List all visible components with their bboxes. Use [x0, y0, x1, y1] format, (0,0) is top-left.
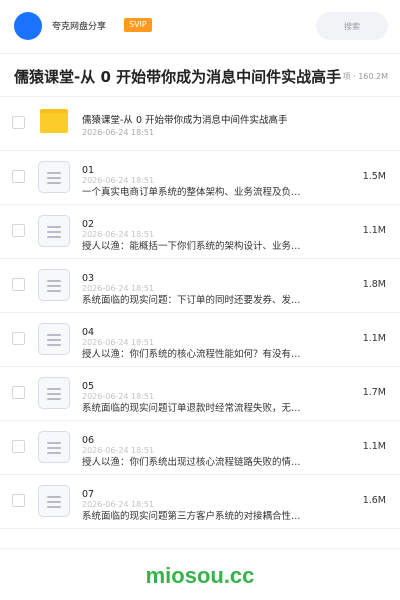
list-item-folder[interactable]: 儒猿课堂-从 0 开始带你成为消息中间件实战高手 2026-06-24 18:5…: [0, 97, 400, 151]
watermark-brand: miosou.cc: [145, 563, 255, 588]
page-title: 儒猿课堂-从 0 开始带你成为消息中间件实战高手: [14, 68, 342, 86]
search-input[interactable]: [316, 12, 388, 40]
item-name: 授人以渔：你们系统出现过核心流程链路失败的情…: [82, 457, 301, 468]
item-size: 1.1M: [362, 225, 386, 236]
item-name: 系统面临的现实问题订单退款时经常流程失败，无…: [82, 403, 301, 414]
item-size: 1.6M: [362, 495, 386, 506]
list-item[interactable]: 06 2026-06-24 18:51 授人以渔：你们系统出现过核心流程链路失败…: [0, 421, 400, 475]
checkbox[interactable]: [12, 386, 25, 399]
item-number: 07: [82, 489, 95, 500]
item-date: 2026-06-24 18:51: [82, 128, 155, 137]
folder-icon: [40, 109, 68, 133]
share-owner-name: 夸克网盘分享: [52, 22, 107, 32]
list-item[interactable]: 05 2026-06-24 18:51 系统面临的现实问题订单退款时经常流程失败…: [0, 367, 400, 421]
document-icon: [38, 161, 70, 193]
document-icon: [38, 215, 70, 247]
document-icon: [38, 377, 70, 409]
item-number: 03: [82, 273, 95, 284]
item-number: 01: [82, 165, 95, 176]
svip-badge: SVIP: [124, 18, 152, 32]
folder-meta: 项 · 160.2M: [340, 71, 388, 82]
checkbox[interactable]: [12, 116, 25, 129]
item-size: 1.1M: [362, 441, 386, 452]
list-item[interactable]: 02 2026-06-24 18:51 授人以渔：能概括一下你们系统的架构设计、…: [0, 205, 400, 259]
item-size: 1.7M: [362, 387, 386, 398]
checkbox[interactable]: [12, 332, 25, 345]
document-icon: [38, 269, 70, 301]
checkbox[interactable]: [12, 278, 25, 291]
share-header: 夸克网盘分享 SVIP: [0, 0, 400, 54]
item-size: 1.8M: [362, 279, 386, 290]
item-number: 02: [82, 219, 95, 230]
checkbox[interactable]: [12, 170, 25, 183]
folder-title-row: 儒猿课堂-从 0 开始带你成为消息中间件实战高手 项 · 160.2M: [0, 62, 400, 90]
list-item[interactable]: 01 2026-06-24 18:51 一个真实电商订单系统的整体架构、业务流程…: [0, 151, 400, 205]
divider: [0, 548, 400, 549]
item-size: 1.1M: [362, 333, 386, 344]
item-number: 06: [82, 435, 95, 446]
item-name: 儒猿课堂-从 0 开始带你成为消息中间件实战高手: [82, 115, 288, 126]
checkbox[interactable]: [12, 440, 25, 453]
list-item[interactable]: 04 2026-06-24 18:51 授人以渔：你们系统的核心流程性能如何？有…: [0, 313, 400, 367]
item-size: 1.5M: [362, 171, 386, 182]
item-number: 04: [82, 327, 95, 338]
item-name: 授人以渔：能概括一下你们系统的架构设计、业务…: [82, 241, 301, 252]
item-name: 授人以渔：你们系统的核心流程性能如何？有没有…: [82, 349, 301, 360]
document-icon: [38, 431, 70, 463]
item-number: 05: [82, 381, 95, 392]
document-icon: [38, 485, 70, 517]
checkbox[interactable]: [12, 494, 25, 507]
item-name: 系统面临的现实问题：下订单的同时还要发券、发…: [82, 295, 301, 306]
document-icon: [38, 323, 70, 355]
file-list: 儒猿课堂-从 0 开始带你成为消息中间件实战高手 2026-06-24 18:5…: [0, 97, 400, 529]
list-item[interactable]: 03 2026-06-24 18:51 系统面临的现实问题：下订单的同时还要发券…: [0, 259, 400, 313]
item-name: 一个真实电商订单系统的整体架构、业务流程及负…: [82, 187, 301, 198]
list-item[interactable]: 07 2026-06-24 18:51 系统面临的现实问题第三方客户系统的对接耦…: [0, 475, 400, 529]
avatar[interactable]: [14, 12, 42, 40]
item-name: 系统面临的现实问题第三方客户系统的对接耦合性…: [82, 511, 301, 522]
checkbox[interactable]: [12, 224, 25, 237]
